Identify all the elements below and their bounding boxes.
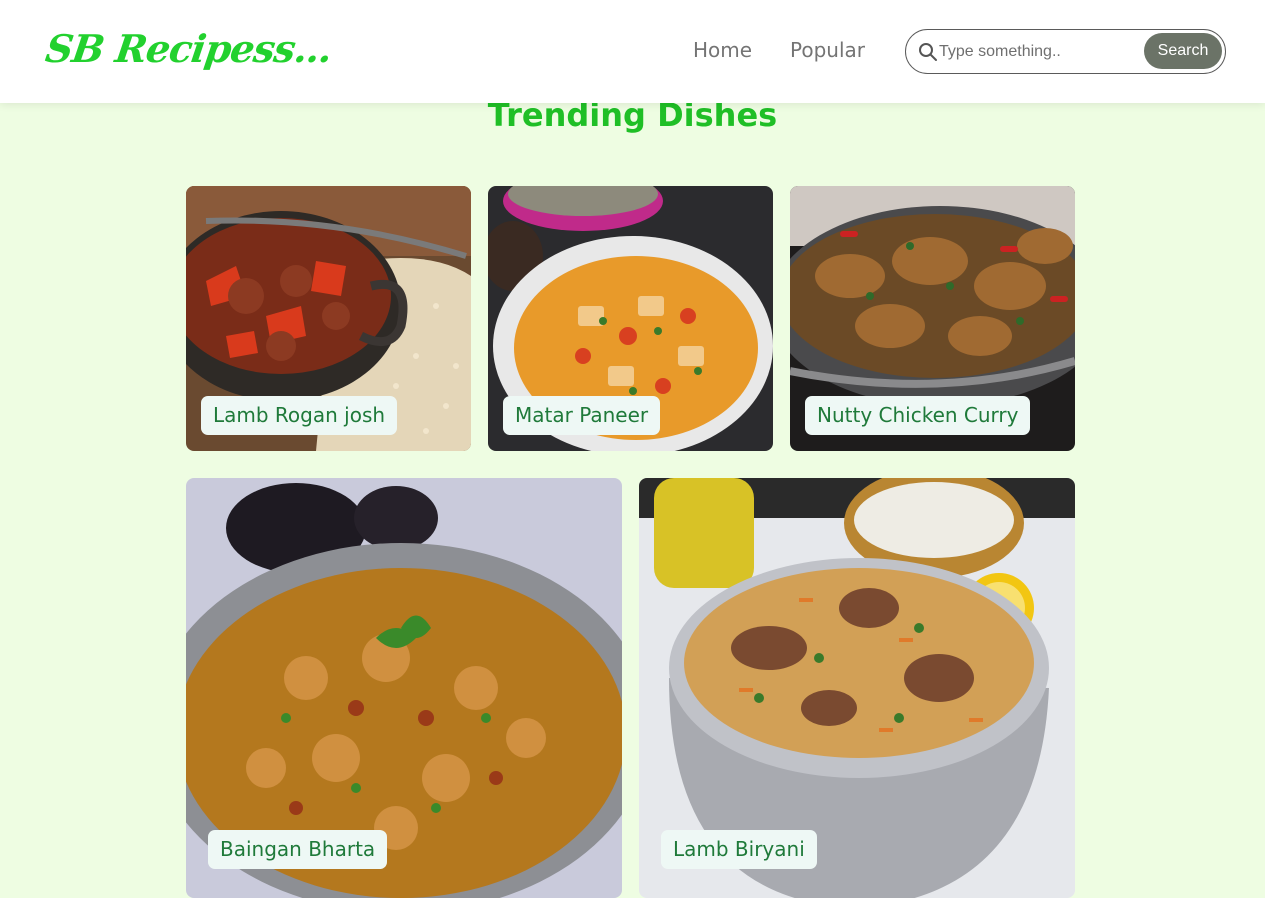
dish-name-label: Lamb Biryani: [661, 830, 817, 869]
dish-card-nutty-chicken-curry[interactable]: Nutty Chicken Curry: [790, 186, 1075, 451]
dish-name-label: Matar Paneer: [503, 396, 661, 435]
search-box: Search: [905, 29, 1226, 74]
search-icon: [919, 43, 937, 61]
dish-card-matar-paneer[interactable]: Matar Paneer: [488, 186, 773, 451]
search-button[interactable]: Search: [1144, 33, 1222, 69]
dish-card-baingan-bharta[interactable]: Baingan Bharta: [186, 478, 622, 898]
dish-card-lamb-biryani[interactable]: Lamb Biryani: [639, 478, 1075, 898]
dish-name-label: Lamb Rogan josh: [201, 396, 398, 435]
site-logo[interactable]: SB Recipess...: [43, 26, 335, 71]
search-input[interactable]: [939, 38, 1139, 66]
nav-home-link[interactable]: Home: [693, 38, 752, 62]
dish-name-label: Nutty Chicken Curry: [805, 396, 1031, 435]
dish-card-lamb-rogan-josh[interactable]: Lamb Rogan josh: [186, 186, 471, 451]
dish-name-label: Baingan Bharta: [208, 830, 388, 869]
nav-popular-link[interactable]: Popular: [790, 38, 865, 62]
navbar: SB Recipess... Home Popular Search: [0, 0, 1265, 103]
